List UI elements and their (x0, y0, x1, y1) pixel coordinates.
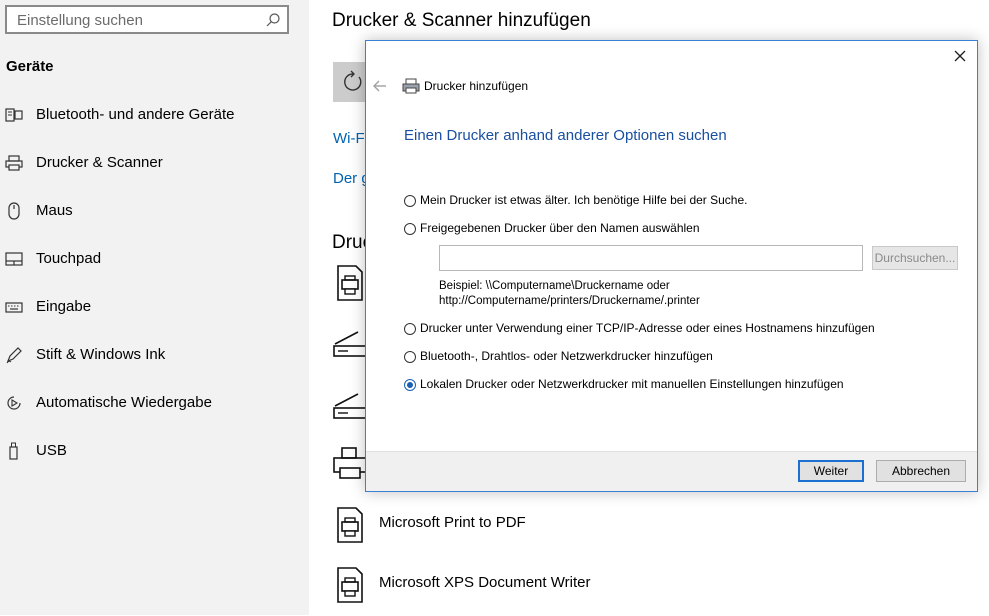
keyboard-icon (5, 302, 23, 313)
settings-sidebar: Einstellung suchen Geräte Bluetooth- und… (0, 0, 309, 615)
option-label: Freigegebenen Drucker über den Namen aus… (420, 221, 700, 235)
dialog-heading: Einen Drucker anhand anderer Optionen su… (404, 127, 727, 144)
printer-icon (5, 155, 23, 171)
section-title: Geräte (6, 58, 54, 75)
autoplay-icon (7, 396, 21, 410)
radio-button[interactable] (404, 323, 416, 335)
dialog-footer: Weiter Abbrechen (366, 451, 977, 491)
sidebar-item-label: Eingabe (36, 298, 92, 315)
scanner-icon (333, 331, 367, 357)
sidebar-item-touchpad[interactable]: Touchpad (0, 242, 309, 282)
sidebar-item-mouse[interactable]: Maus (0, 194, 309, 234)
example-line: Beispiel: \\Computername\Druckername ode… (439, 280, 670, 292)
printer-name-input[interactable] (439, 245, 863, 271)
sidebar-item-label: Drucker & Scanner (36, 154, 163, 171)
device-item[interactable]: Microsoft Print to PDF (332, 506, 972, 556)
sidebar-item-input[interactable]: Eingabe (0, 290, 309, 330)
radio-button[interactable] (404, 351, 416, 363)
printer-icon (337, 567, 363, 603)
sidebar-item-printers[interactable]: Drucker & Scanner (0, 146, 309, 186)
sidebar-item-label: USB (36, 442, 67, 459)
device-item[interactable]: Microsoft XPS Document Writer (332, 566, 972, 616)
next-button[interactable]: Weiter (798, 460, 864, 482)
bluetooth-devices-icon (5, 108, 23, 122)
close-icon[interactable] (949, 45, 971, 67)
sidebar-item-label: Stift & Windows Ink (36, 346, 166, 363)
option-label: Drucker unter Verwendung einer TCP/IP-Ad… (420, 321, 875, 335)
sidebar-item-label: Touchpad (36, 250, 102, 267)
example-text: Beispiel: \\Computername\Druckername ode… (439, 279, 700, 309)
example-line: http://Computername/printers/Druckername… (439, 295, 700, 307)
sidebar-item-bluetooth[interactable]: Bluetooth- und andere Geräte (0, 98, 309, 138)
wifi-link[interactable]: Wi-F (333, 130, 365, 147)
search-input[interactable]: Einstellung suchen (17, 12, 143, 29)
fax-icon (333, 447, 367, 479)
sidebar-item-label: Maus (36, 202, 73, 219)
printer-icon (337, 265, 363, 301)
back-arrow-icon[interactable] (372, 78, 388, 94)
sidebar-item-autoplay[interactable]: Automatische Wiedergabe (0, 386, 309, 426)
dialog-title: Drucker hinzufügen (424, 79, 529, 93)
mouse-icon (8, 202, 20, 220)
touchpad-icon (5, 252, 23, 266)
option-label: Mein Drucker ist etwas älter. Ich benöti… (420, 193, 748, 207)
browse-button[interactable]: Durchsuchen... (872, 246, 958, 270)
option-label: Bluetooth-, Drahtlos- oder Netzwerkdruck… (420, 349, 713, 363)
radio-button[interactable] (404, 223, 416, 235)
search-icon[interactable] (265, 12, 281, 28)
printer-icon (402, 78, 420, 94)
option-label: Lokalen Drucker oder Netzwerkdrucker mit… (420, 377, 844, 391)
settings-search-box[interactable]: Einstellung suchen (5, 5, 289, 34)
radio-button[interactable] (404, 195, 416, 207)
sidebar-item-label: Automatische Wiedergabe (36, 394, 212, 411)
scanner-icon (333, 393, 367, 419)
page-title: Drucker & Scanner hinzufügen (332, 10, 591, 31)
printer-icon (337, 507, 363, 543)
usb-icon (9, 442, 18, 460)
sidebar-item-usb[interactable]: USB (0, 434, 309, 474)
add-printer-dialog: Drucker hinzufügen Einen Drucker anhand … (365, 40, 978, 492)
sidebar-item-pen[interactable]: Stift & Windows Ink (0, 338, 309, 378)
sidebar-item-label: Bluetooth- und andere Geräte (36, 106, 235, 123)
radio-button-selected[interactable] (404, 379, 416, 391)
device-label: Microsoft Print to PDF (379, 514, 526, 531)
pen-icon (6, 347, 22, 364)
cancel-button[interactable]: Abbrechen (876, 460, 966, 482)
device-label: Microsoft XPS Document Writer (379, 574, 591, 591)
